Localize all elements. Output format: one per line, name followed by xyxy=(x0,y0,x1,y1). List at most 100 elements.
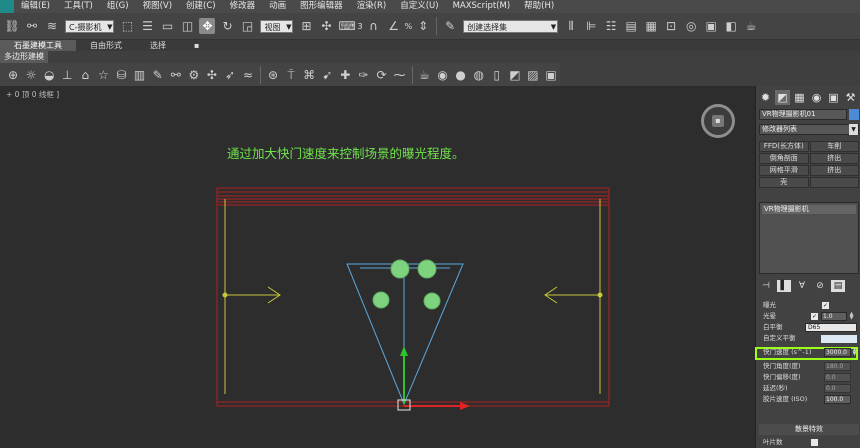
bind-space-warp-icon[interactable]: ≋ xyxy=(44,18,60,34)
link-icon[interactable]: ⛓ xyxy=(4,18,20,34)
named-selection-dropdown[interactable]: 创建选择集 ▼ xyxy=(463,19,559,33)
bone-icon[interactable]: ✚ xyxy=(338,67,352,83)
scale-icon[interactable]: ◲ xyxy=(239,18,255,34)
exposure-checkbox[interactable]: ✓ xyxy=(822,302,829,309)
camera-target-icon[interactable]: ◍ xyxy=(472,67,486,83)
shutter-offset-spinner[interactable]: 0.0 xyxy=(824,373,851,382)
modifier-button-bevel-profile[interactable]: 倒角剖面 xyxy=(759,153,809,164)
render-setup-icon[interactable]: ▣ xyxy=(703,18,719,34)
frame-buffer-icon[interactable]: ⚙ xyxy=(187,67,201,83)
unlink-icon[interactable]: ⚯ xyxy=(24,18,40,34)
modifier-button-extrude[interactable]: 挤出 xyxy=(809,153,859,164)
modifier-button-ffd[interactable]: FFD(长方体) xyxy=(759,141,809,152)
curve-icon[interactable]: ⁓ xyxy=(393,67,407,83)
reference-coord-dropdown[interactable]: 视图 ▼ xyxy=(260,19,294,33)
remove-modifier-icon[interactable]: ⊘ xyxy=(813,280,827,292)
custom-balance-swatch[interactable] xyxy=(821,335,857,343)
select-by-name-icon[interactable]: ☰ xyxy=(139,18,155,34)
vray-camera-icon[interactable]: ⌂ xyxy=(78,67,92,83)
rendered-frame-icon[interactable]: ◧ xyxy=(723,18,739,34)
window-crossing-icon[interactable]: ◫ xyxy=(179,18,195,34)
menu-modifiers[interactable]: 修改器 xyxy=(223,0,263,13)
spinner-arrows-icon[interactable]: ▲ ▼ xyxy=(849,312,854,321)
modifier-button-empty[interactable] xyxy=(809,177,859,188)
select-object-icon[interactable]: ⬚ xyxy=(119,18,135,34)
menu-maxscript[interactable]: MAXScript(M) xyxy=(446,0,518,13)
shutter-speed-spinner[interactable]: 3000.0 xyxy=(824,348,851,357)
white-balance-select[interactable]: D65 xyxy=(805,323,857,332)
menu-create[interactable]: 创建(C) xyxy=(179,0,223,13)
tab-selection[interactable]: 选择 xyxy=(136,40,180,51)
show-end-result-icon[interactable]: ▌ xyxy=(777,280,791,292)
menu-customize[interactable]: 自定义(U) xyxy=(393,0,445,13)
ribbon-panel-polygon-modeling[interactable]: 多边形建模 xyxy=(0,51,48,63)
object-paint-icon[interactable]: ⊛ xyxy=(266,67,280,83)
vignetting-checkbox[interactable]: ✓ xyxy=(811,313,818,320)
render-icon[interactable]: ☕ xyxy=(743,18,759,34)
modifier-button-meshsmooth[interactable]: 网格平滑 xyxy=(759,165,809,176)
pen-icon[interactable]: ✑ xyxy=(356,67,370,83)
curve-editor-icon[interactable]: ▦ xyxy=(643,18,659,34)
menu-graph-editors[interactable]: 图形编辑器 xyxy=(293,0,350,13)
ies-light-icon[interactable]: ◒ xyxy=(42,67,56,83)
snap-toggle-label[interactable]: 3 xyxy=(357,22,362,31)
object-color-swatch[interactable] xyxy=(849,109,859,120)
modifier-button-shell[interactable]: 壳 xyxy=(759,177,809,188)
lasso-icon[interactable]: ⟳ xyxy=(374,67,388,83)
film-speed-spinner[interactable]: 100.0 xyxy=(824,395,851,404)
mirror-icon[interactable]: ⫴ xyxy=(563,18,579,34)
edit-named-selection-icon[interactable]: ✎ xyxy=(442,18,458,34)
document-icon[interactable]: ▯ xyxy=(490,67,504,83)
blades-checkbox[interactable] xyxy=(811,439,818,446)
pivot-center-icon[interactable]: ⊞ xyxy=(298,18,314,34)
vray-sun-icon[interactable]: ⊥ xyxy=(60,67,74,83)
ribbon-expand-toggle[interactable]: ▪ xyxy=(180,40,213,51)
material-sphere-icon[interactable]: ● xyxy=(454,67,468,83)
rotate-icon[interactable]: ↻ xyxy=(219,18,235,34)
modifier-button-lathe[interactable]: 车削 xyxy=(809,141,859,152)
move-icon[interactable]: ✥ xyxy=(199,18,216,34)
layer-manager-icon[interactable]: ☷ xyxy=(603,18,619,34)
object-name-field[interactable]: VR物理摄影机01 xyxy=(759,109,847,120)
brush-tool-icon[interactable]: ✣ xyxy=(205,67,219,83)
menu-tools[interactable]: 工具(T) xyxy=(57,0,100,13)
app-logo[interactable] xyxy=(0,0,14,13)
display-tab-icon[interactable]: ▣ xyxy=(826,90,841,105)
select-manipulate-icon[interactable]: ✣ xyxy=(318,18,334,34)
make-unique-icon[interactable]: ∀ xyxy=(795,280,809,292)
vray-plane-icon[interactable]: ▥ xyxy=(133,67,147,83)
pin-stack-icon[interactable]: ⊣ xyxy=(759,280,773,292)
angle-snap-icon[interactable]: ∠ xyxy=(386,18,402,34)
material-ball-icon[interactable]: ◉ xyxy=(436,67,450,83)
render-region-icon[interactable]: ▨ xyxy=(526,67,540,83)
keyboard-shortcut-icon[interactable]: ⌨ xyxy=(338,18,355,34)
teapot-icon[interactable]: ☕ xyxy=(417,67,431,83)
modifier-button-extrude-2[interactable]: 挤出 xyxy=(809,165,859,176)
utilities-tab-icon[interactable]: ⚒ xyxy=(843,90,858,105)
vray-light-icon[interactable]: ☼ xyxy=(24,67,38,83)
render-frame-icon[interactable]: ◩ xyxy=(508,67,522,83)
paint-icon[interactable]: ➶ xyxy=(223,67,237,83)
viewcube[interactable]: ▪ xyxy=(701,104,735,138)
tree-icon[interactable]: ⍑ xyxy=(284,67,298,83)
motion-tab-icon[interactable]: ◉ xyxy=(809,90,824,105)
menu-views[interactable]: 视图(V) xyxy=(136,0,179,13)
create-tab-icon[interactable]: ✹ xyxy=(758,90,773,105)
proxy-icon[interactable]: ☆ xyxy=(96,67,110,83)
menu-animation[interactable]: 动画 xyxy=(262,0,293,13)
schematic-view-icon[interactable]: ⊡ xyxy=(663,18,679,34)
menu-rendering[interactable]: 渲染(R) xyxy=(350,0,394,13)
vignetting-spinner[interactable]: 1.0 xyxy=(821,312,847,321)
bend-icon[interactable]: ➹ xyxy=(320,67,334,83)
configure-sets-icon[interactable]: ▤ xyxy=(831,280,845,292)
graphite-toggle-icon[interactable]: ▤ xyxy=(623,18,639,34)
shutter-angle-spinner[interactable]: 180.0 xyxy=(824,362,851,371)
viewport-top[interactable]: + 0 顶 0 线框 ] 通过加大快门速度来控制场景的曝光程度。 ▪ xyxy=(0,86,755,448)
modifier-list-dropdown[interactable]: 修改器列表 ▼ xyxy=(759,124,859,135)
bokeh-effects-rollout[interactable]: 散景特效 xyxy=(759,424,859,435)
align-tool-icon[interactable]: ⊕ xyxy=(6,67,20,83)
rect-selection-icon[interactable]: ▭ xyxy=(159,18,175,34)
selection-filter-dropdown[interactable]: C-摄影机 ▼ xyxy=(65,19,115,33)
latency-spinner[interactable]: 0.0 xyxy=(824,384,851,393)
menu-group[interactable]: 组(G) xyxy=(100,0,136,13)
